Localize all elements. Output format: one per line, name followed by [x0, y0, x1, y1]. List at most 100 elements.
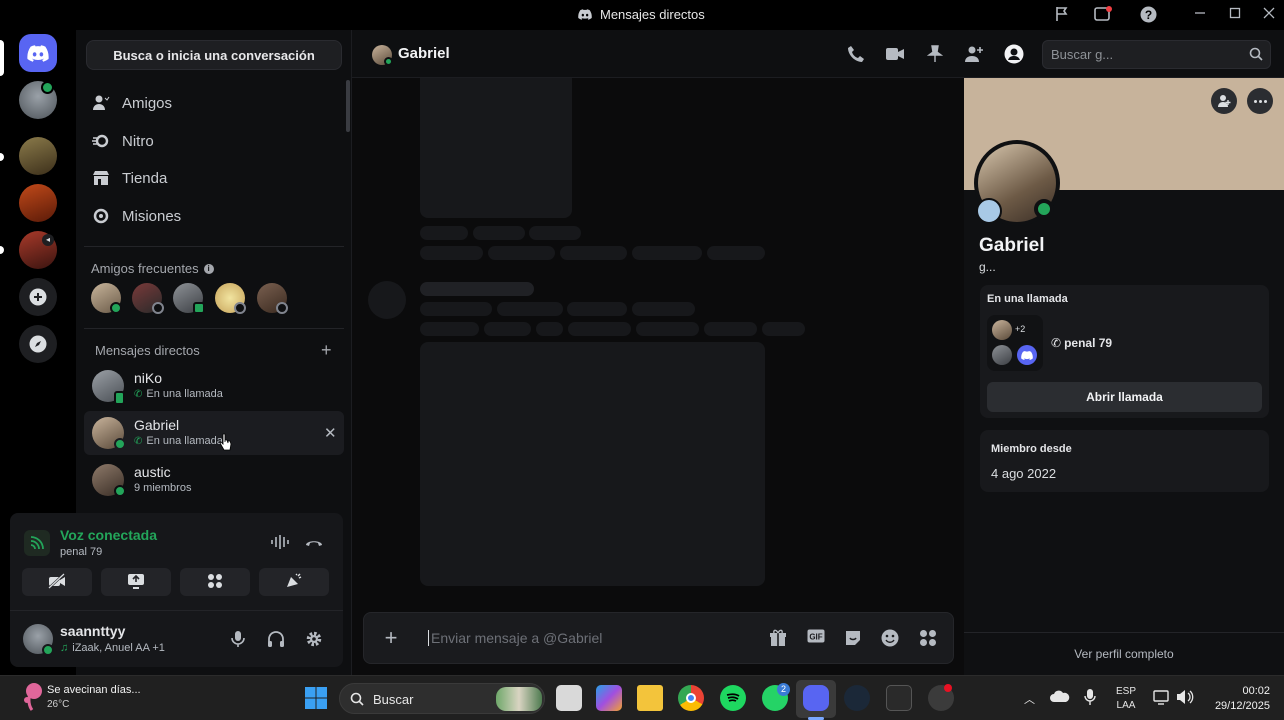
- microphone-icon[interactable]: [1084, 688, 1096, 711]
- nav-nitro[interactable]: Nitro: [92, 123, 154, 159]
- pin-icon[interactable]: [925, 44, 945, 64]
- weather-widget-icon[interactable]: [20, 682, 42, 712]
- voice-call-icon[interactable]: [846, 44, 866, 64]
- message-input-placeholder[interactable]: Enviar mensaje a @Gabriel: [428, 630, 602, 646]
- add-server-button[interactable]: [19, 278, 57, 316]
- profile-username: g...: [979, 260, 996, 274]
- language-indicator[interactable]: ESP LAA: [1116, 685, 1136, 713]
- dm-name: austic: [134, 464, 171, 480]
- create-dm-plus-icon[interactable]: +: [321, 340, 332, 361]
- open-call-button[interactable]: Abrir llamada: [987, 382, 1262, 412]
- search-input[interactable]: Buscar g...: [1042, 40, 1271, 69]
- soundboard-icon: [285, 573, 303, 592]
- window-title: Mensajes directos: [578, 7, 705, 22]
- apps-icon[interactable]: [918, 629, 938, 649]
- activities-button[interactable]: [180, 568, 250, 596]
- in-call-card: En una llamada +2 ✆ penal 79 Abrir llamad…: [980, 285, 1269, 418]
- microphone-icon[interactable]: [230, 630, 246, 653]
- message-composer[interactable]: + Enviar mensaje a @Gabriel GIF: [363, 612, 954, 664]
- weather-title[interactable]: Se avecinan días...: [47, 684, 141, 696]
- noise-suppression-icon[interactable]: [270, 534, 290, 555]
- discord-logo-icon: [27, 44, 49, 62]
- selected-indicator: [0, 40, 4, 76]
- more-options-icon[interactable]: [1247, 88, 1273, 114]
- volume-icon[interactable]: [1176, 689, 1194, 710]
- close-dm-icon[interactable]: ✕: [324, 424, 337, 442]
- disconnect-icon[interactable]: [304, 535, 324, 553]
- close-icon[interactable]: [1260, 6, 1278, 24]
- network-icon[interactable]: [1153, 689, 1171, 710]
- view-full-profile-link[interactable]: Ver perfil completo: [964, 647, 1284, 661]
- offline-status: [276, 302, 288, 314]
- dm-home-button[interactable]: [19, 34, 57, 72]
- server-avatar-2[interactable]: [19, 137, 57, 175]
- windows-taskbar: Se avecinan días... 26°C Buscar 2 ︿ ESP L…: [0, 675, 1284, 720]
- voice-channel[interactable]: penal 79: [60, 546, 102, 558]
- user-profile-icon[interactable]: [1004, 44, 1024, 64]
- help-icon[interactable]: ?: [1139, 6, 1157, 24]
- soundboard-button[interactable]: [259, 568, 329, 596]
- flag-icon[interactable]: [1053, 6, 1071, 24]
- dm-item-austic[interactable]: austic 9 miembros: [84, 458, 344, 502]
- video-call-icon[interactable]: [885, 44, 905, 64]
- discord-taskbar-icon[interactable]: [803, 685, 829, 711]
- headphones-icon[interactable]: [267, 630, 285, 653]
- screen-share-button[interactable]: [101, 568, 171, 596]
- info-icon[interactable]: i: [203, 263, 214, 274]
- participant-avatar: [992, 320, 1012, 340]
- dm-item-gabriel[interactable]: Gabriel ✆ En una llamada ✕: [84, 411, 344, 455]
- maximize-icon[interactable]: [1226, 6, 1244, 24]
- online-status: [384, 57, 393, 66]
- dm-item-niko[interactable]: niKo ✆ En una llamada: [84, 364, 344, 408]
- attach-plus-icon[interactable]: +: [380, 627, 402, 649]
- scrollbar[interactable]: [346, 80, 350, 132]
- clock[interactable]: 00:02 29/12/2025: [1200, 684, 1270, 714]
- frequent-friends-label: Amigos frecuentes: [91, 261, 199, 276]
- chrome-icon[interactable]: [678, 685, 704, 711]
- minimize-icon[interactable]: [1191, 6, 1209, 24]
- start-button[interactable]: [303, 685, 329, 711]
- copilot-icon[interactable]: [596, 685, 622, 711]
- camera-off-button[interactable]: [22, 568, 92, 596]
- taskbar-search-box[interactable]: Buscar: [339, 683, 545, 714]
- frequent-friends-heading: Amigos frecuentes i: [91, 261, 214, 276]
- loading-placeholder: [560, 246, 627, 260]
- file-explorer-window-icon[interactable]: [556, 685, 582, 711]
- nav-quests[interactable]: Misiones: [92, 198, 181, 234]
- title-bar: Mensajes directos ?: [0, 0, 1284, 30]
- gift-icon[interactable]: [768, 629, 788, 649]
- loading-placeholder: [762, 322, 805, 336]
- layout-code: LAA: [1116, 700, 1136, 711]
- settings-gear-icon[interactable]: [305, 630, 323, 653]
- steam-icon[interactable]: [844, 685, 870, 711]
- epic-games-icon[interactable]: [886, 685, 912, 711]
- spotify-icon[interactable]: [720, 685, 746, 711]
- member-since-label: Miembro desde: [991, 443, 1072, 455]
- signal-icon[interactable]: [24, 530, 50, 556]
- loading-placeholder: [529, 226, 581, 240]
- add-friend-icon[interactable]: [1211, 88, 1237, 114]
- nav-label: Misiones: [122, 207, 182, 225]
- onedrive-icon[interactable]: [1050, 689, 1070, 705]
- find-conversation-button[interactable]: Busca o inicia una conversación: [86, 40, 342, 70]
- discover-button[interactable]: [19, 325, 57, 363]
- folder-icon[interactable]: [637, 685, 663, 711]
- emoji-icon[interactable]: [880, 629, 900, 649]
- loading-placeholder: [536, 322, 563, 336]
- inbox-icon[interactable]: [1094, 6, 1112, 24]
- username[interactable]: saannttyy: [60, 623, 125, 639]
- server-avatar-3[interactable]: [19, 184, 57, 222]
- participant-avatar: [992, 345, 1012, 365]
- header-name[interactable]: Gabriel: [398, 45, 450, 62]
- voice-status[interactable]: Voz conectada: [60, 527, 157, 543]
- chevron-up-icon[interactable]: ︿: [1024, 691, 1035, 707]
- loading-placeholder: [632, 302, 695, 316]
- gif-icon[interactable]: GIF: [806, 629, 826, 649]
- svg-text:GIF: GIF: [809, 633, 822, 642]
- loading-placeholder: [420, 246, 483, 260]
- friends-icon: [92, 94, 110, 112]
- add-friend-dm-icon[interactable]: [964, 44, 984, 64]
- sticker-icon[interactable]: [843, 629, 863, 649]
- nav-friends[interactable]: Amigos: [92, 85, 172, 121]
- nav-shop[interactable]: Tienda: [92, 160, 167, 196]
